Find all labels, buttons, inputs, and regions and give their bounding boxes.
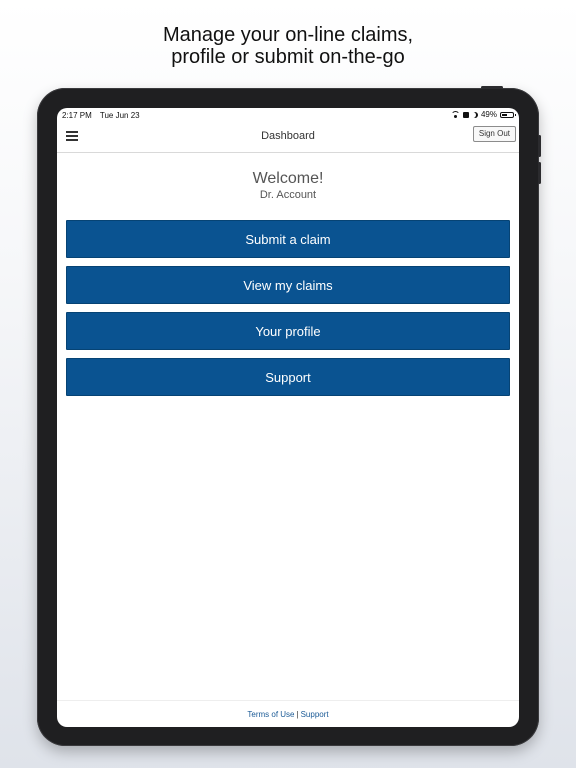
footer: Terms of Use | Support	[57, 700, 519, 727]
wifi-icon	[450, 111, 460, 118]
tablet-screen: 2:17 PM Tue Jun 23 49% Dashboard Sign Ou…	[57, 108, 519, 727]
lock-icon	[462, 111, 469, 118]
welcome-section: Welcome! Dr. Account	[57, 170, 519, 202]
page-title: Dashboard	[261, 130, 315, 142]
status-time: 2:17 PM	[62, 111, 92, 120]
your-profile-button[interactable]: Your profile	[66, 312, 510, 350]
footer-separator: |	[296, 710, 299, 719]
navigation-bar: Dashboard Sign Out	[57, 122, 519, 153]
dashboard-actions: Submit a claim View my claims Your profi…	[66, 220, 510, 404]
battery-icon	[500, 111, 516, 118]
battery-percent: 49%	[480, 110, 497, 119]
status-date: Tue Jun 23	[99, 111, 140, 120]
marketing-line-2: profile or submit on-the-go	[171, 46, 405, 68]
welcome-user-name: Dr. Account	[259, 189, 317, 201]
sign-out-button[interactable]: Sign Out	[472, 126, 516, 142]
status-bar: 2:17 PM Tue Jun 23 49%	[57, 108, 519, 122]
moon-icon	[472, 112, 478, 118]
tablet-power-button	[481, 86, 503, 89]
marketing-line-1: Manage your on-line claims,	[162, 24, 414, 46]
submit-claim-button[interactable]: Submit a claim	[66, 220, 510, 258]
tablet-volume-down-button	[538, 162, 541, 184]
hamburger-menu-icon[interactable]	[66, 131, 78, 141]
support-button[interactable]: Support	[66, 358, 510, 396]
tablet-volume-up-button	[538, 135, 541, 157]
welcome-title: Welcome!	[252, 170, 324, 187]
marketing-headline: Manage your on-line claims, profile or s…	[0, 24, 576, 68]
view-claims-button[interactable]: View my claims	[66, 266, 510, 304]
terms-of-use-link[interactable]: Terms of Use	[247, 710, 294, 719]
footer-support-link[interactable]: Support	[301, 710, 329, 719]
